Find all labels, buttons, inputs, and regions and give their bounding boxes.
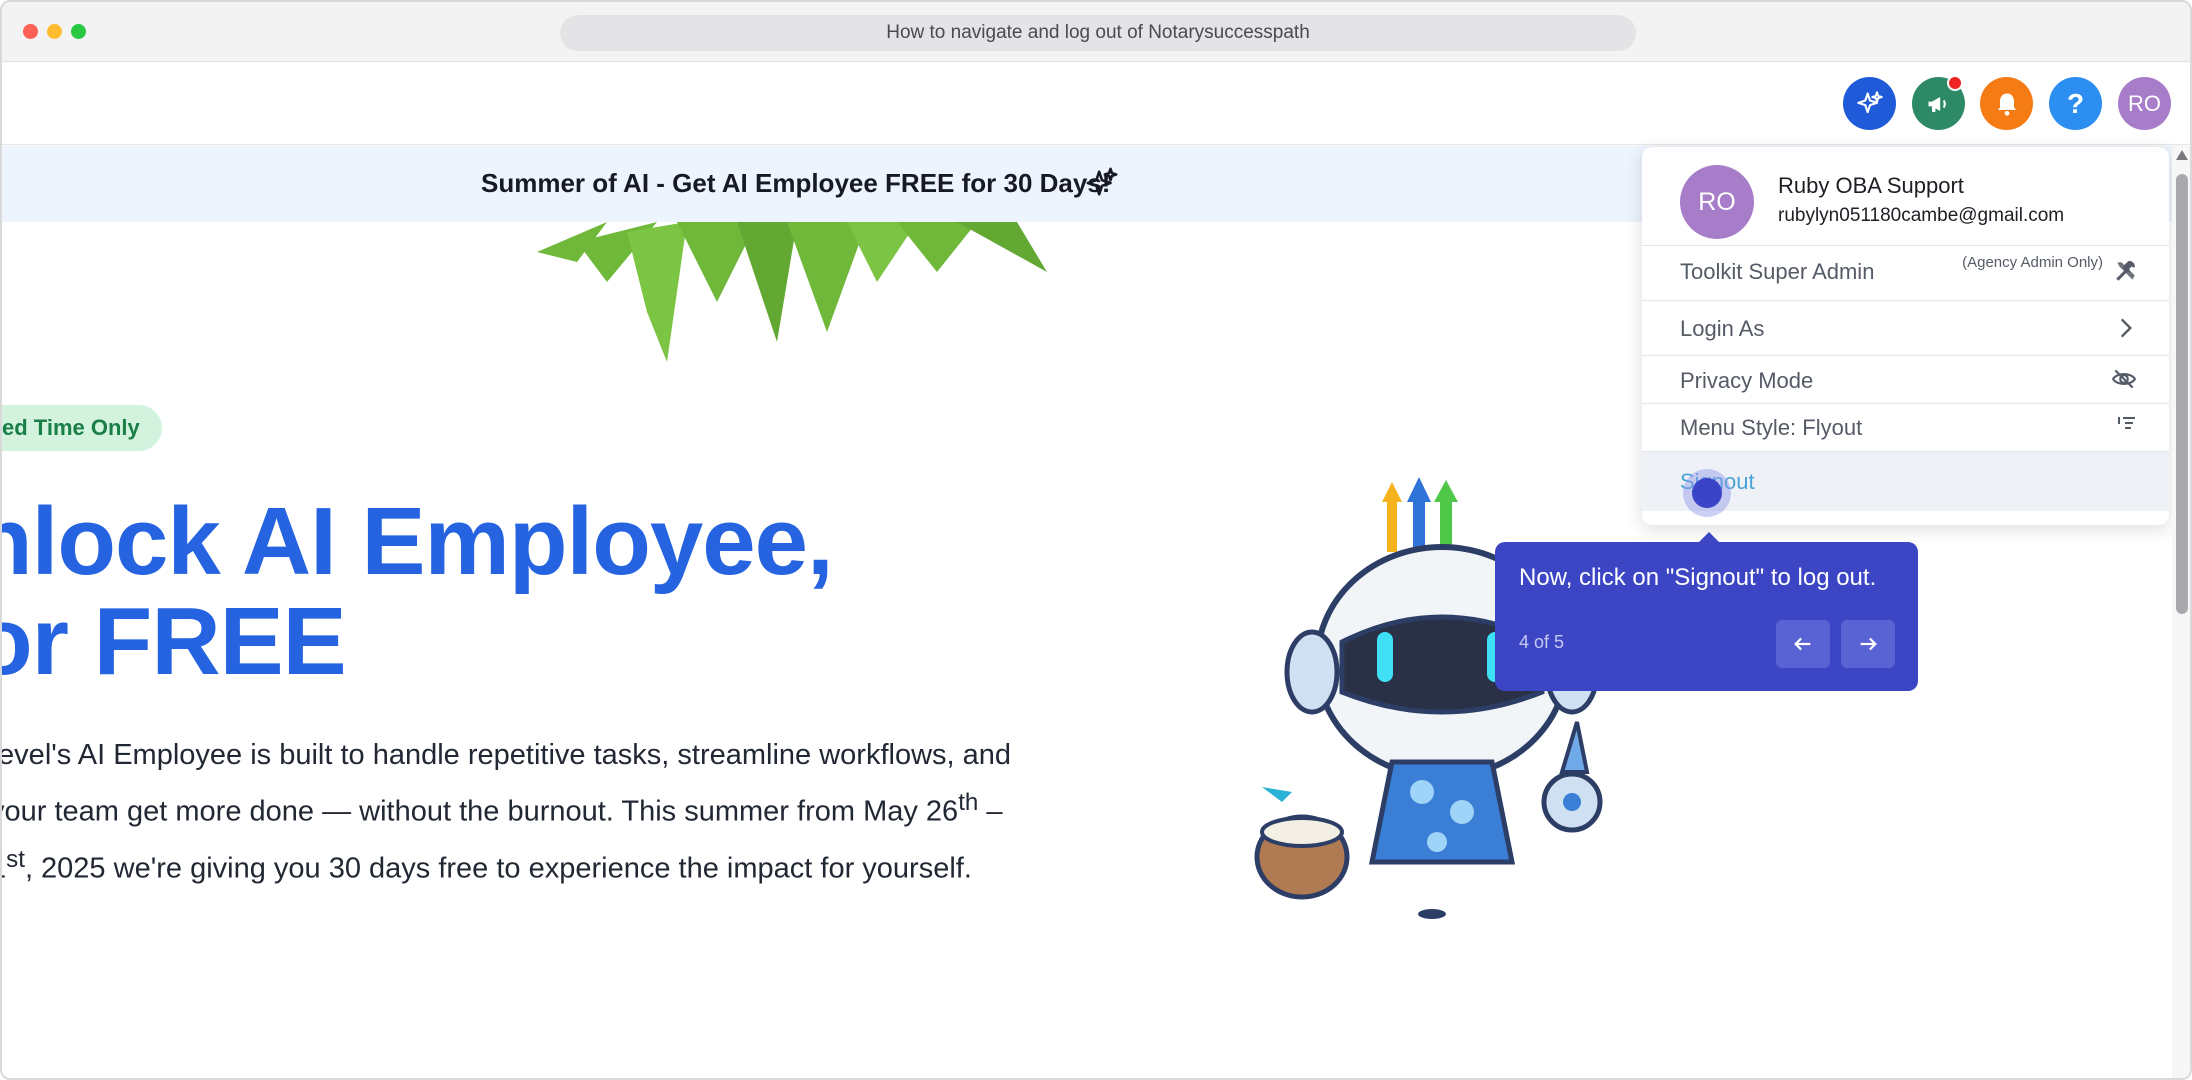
headline-line-1: nlock AI Employee, <box>0 488 834 595</box>
description-text: , 2025 we're giving you 30 days free to … <box>24 852 972 885</box>
menu-item-login-as[interactable]: Login As <box>1642 300 2169 355</box>
superscript: st <box>6 845 25 873</box>
robot-mascot-illustration <box>1254 477 1603 919</box>
agency-admin-note: (Agency Admin Only) <box>1962 254 2103 271</box>
menu-item-label: Toolkit Super Admin <box>1680 259 1875 284</box>
user-menu-dropdown: RO Ruby OBA Support rubylyn051180cambe@g… <box>1642 147 2169 525</box>
menu-style-icon <box>2118 417 2135 429</box>
menu-item-label: Login As <box>1680 316 1765 341</box>
eye-slash-icon <box>2111 369 2137 389</box>
arrow-left-icon <box>1794 637 1811 651</box>
scroll-up-arrow[interactable] <box>2176 150 2188 160</box>
tooltip-step-counter: 4 of 5 <box>1519 632 1565 652</box>
hero-headline: nlock AI Employee, or FREE <box>0 492 834 695</box>
sparkle-icon <box>1086 167 1118 196</box>
menu-item-label: Privacy Mode <box>1680 368 1814 393</box>
user-name: Ruby OBA Support <box>1778 173 1964 198</box>
address-bar[interactable]: How to navigate and log out of Notarysuc… <box>560 15 1636 51</box>
description-text: – <box>978 795 1003 828</box>
bell-icon <box>1997 93 2016 116</box>
description-text: your team get more done — without the bu… <box>0 795 959 828</box>
headline-line-2: or FREE <box>0 588 347 695</box>
ai-button[interactable] <box>1843 77 1896 130</box>
browser-window: How to navigate and log out of Notarysuc… <box>0 0 2192 1080</box>
minimize-window-button[interactable] <box>47 24 62 39</box>
menu-item-toolkit-super-admin[interactable]: Toolkit Super Admin (Agency Admin Only) <box>1642 245 2169 300</box>
dropdown-avatar: RO <box>1680 165 1754 239</box>
avatar-initials: RO <box>2128 90 2161 116</box>
title-bar: How to navigate and log out of Notarysuc… <box>2 2 2190 62</box>
walkthrough-tooltip: Now, click on "Signout" to log out. 4 of… <box>1495 542 1918 691</box>
limited-time-badge: ed Time Only <box>2 405 162 451</box>
tooltip-prev-button[interactable] <box>1776 620 1830 668</box>
banner-text: Summer of AI - Get AI Employee FREE for … <box>481 168 1111 198</box>
notifications-button[interactable] <box>1980 77 2033 130</box>
vertical-scrollbar[interactable] <box>2172 146 2190 1078</box>
ai-sparkle-icon <box>1856 90 1883 113</box>
user-avatar-button[interactable]: RO <box>2118 77 2171 130</box>
click-indicator-dot <box>1692 478 1722 508</box>
help-button[interactable]: ? <box>2049 77 2102 130</box>
menu-item-menu-style[interactable]: Menu Style: Flyout <box>1642 403 2169 451</box>
palm-leaves-illustration <box>537 222 1047 362</box>
user-email: rubylyn051180cambe@gmail.com <box>1778 205 2065 226</box>
description-line-1: .evel's AI Employee is built to handle r… <box>0 739 1012 771</box>
description-line-2: your team get more done — without the bu… <box>0 779 1130 836</box>
chevron-right-icon <box>2120 318 2133 338</box>
tools-icon <box>2116 261 2135 281</box>
hero-description: .evel's AI Employee is built to handle r… <box>0 732 1130 893</box>
top-navigation: ? RO <box>2 63 2190 145</box>
description-line-3: 1st, 2025 we're giving you 30 days free … <box>2 836 1130 893</box>
announcement-badge <box>1947 75 1963 91</box>
superscript: th <box>958 789 979 816</box>
close-window-button[interactable] <box>23 24 38 39</box>
help-icon: ? <box>2066 87 2085 119</box>
tooltip-text: Now, click on "Signout" to log out. <box>1519 564 1877 591</box>
arrow-right-icon <box>1860 637 1877 651</box>
maximize-window-button[interactable] <box>71 24 86 39</box>
megaphone-icon <box>1928 96 1946 112</box>
menu-item-privacy-mode[interactable]: Privacy Mode <box>1642 355 2169 403</box>
tooltip-next-button[interactable] <box>1841 620 1895 668</box>
menu-item-label: Menu Style: Flyout <box>1680 415 1863 440</box>
scroll-thumb[interactable] <box>2176 174 2188 614</box>
